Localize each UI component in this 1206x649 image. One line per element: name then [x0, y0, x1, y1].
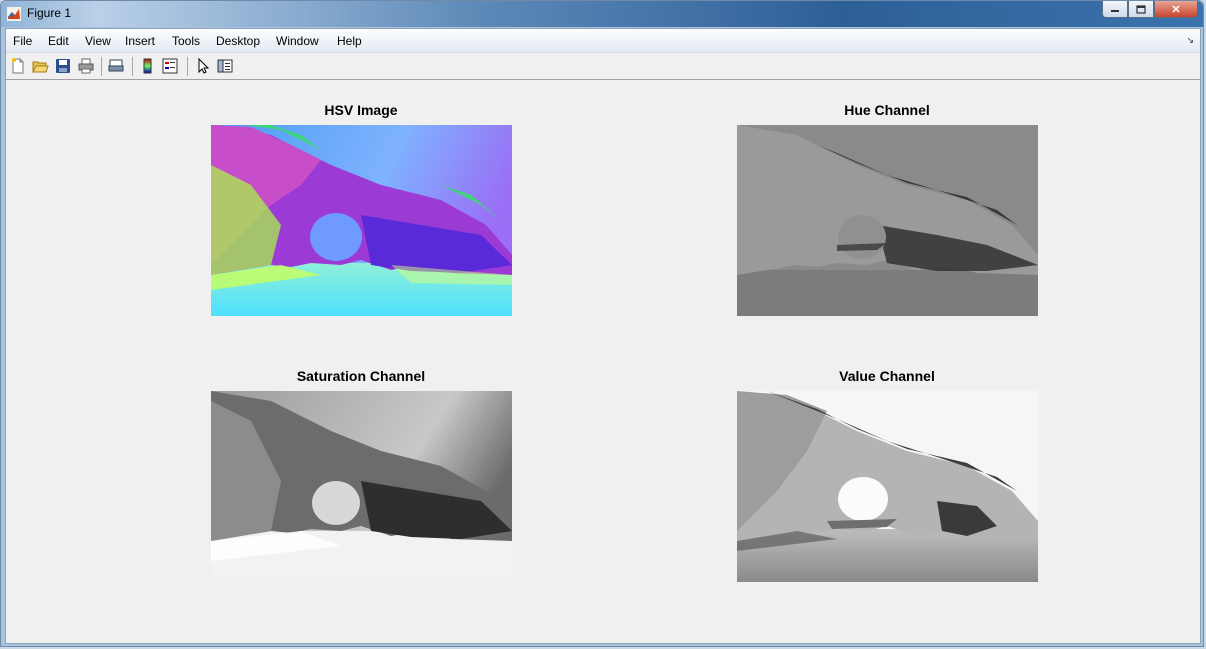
hue-channel-image	[737, 125, 1038, 316]
menu-file[interactable]: File	[13, 34, 32, 48]
window-title: Figure 1	[27, 6, 72, 20]
figure-client-area: File Edit View Insert Tools Desktop Wind…	[5, 28, 1201, 644]
value-channel-image	[737, 391, 1038, 582]
colorbar-icon[interactable]	[139, 57, 157, 75]
save-icon[interactable]	[54, 57, 72, 75]
menu-tools[interactable]: Tools	[172, 34, 200, 48]
figure-canvas[interactable]: HSV Image Hue Channel Saturation Channel…	[6, 80, 1200, 643]
menu-edit[interactable]: Edit	[48, 34, 69, 48]
menu-bar: File Edit View Insert Tools Desktop Wind…	[6, 29, 1200, 53]
menu-insert[interactable]: Insert	[125, 34, 155, 48]
saturation-channel-image	[211, 391, 512, 582]
menu-desktop[interactable]: Desktop	[216, 34, 260, 48]
figure-toolbar	[6, 53, 1200, 80]
menu-view[interactable]: View	[85, 34, 111, 48]
figure-window: Figure 1 ✕ File Edit View Insert Tools D…	[0, 0, 1204, 647]
new-figure-icon[interactable]	[9, 57, 27, 75]
property-editor-icon[interactable]	[216, 57, 234, 75]
toolbar-separator	[132, 57, 133, 76]
print-icon[interactable]	[77, 57, 95, 75]
toolbar-separator	[101, 57, 102, 76]
open-icon[interactable]	[31, 57, 49, 75]
menu-help[interactable]: Help	[337, 34, 362, 48]
dock-arrow-icon[interactable]: ↘	[1186, 35, 1194, 46]
select-pointer-icon[interactable]	[194, 57, 212, 75]
maximize-button[interactable]	[1128, 1, 1154, 18]
minimize-icon	[1111, 10, 1119, 12]
menu-window[interactable]: Window	[276, 34, 319, 48]
maximize-icon	[1136, 4, 1146, 14]
panel-title-hue: Hue Channel	[844, 102, 930, 118]
toolbar-separator	[187, 57, 188, 76]
panel-title-value: Value Channel	[839, 368, 935, 384]
close-button[interactable]: ✕	[1154, 1, 1198, 18]
matlab-logo-icon	[7, 7, 21, 21]
hsv-image	[211, 125, 512, 316]
panel-title-hsv: HSV Image	[324, 102, 398, 118]
legend-icon[interactable]	[161, 57, 179, 75]
title-bar[interactable]: Figure 1 ✕	[1, 1, 1203, 27]
panel-title-saturation: Saturation Channel	[296, 368, 426, 384]
print-preview-icon[interactable]	[107, 57, 125, 75]
minimize-button[interactable]	[1102, 1, 1128, 18]
close-icon: ✕	[1171, 3, 1181, 16]
